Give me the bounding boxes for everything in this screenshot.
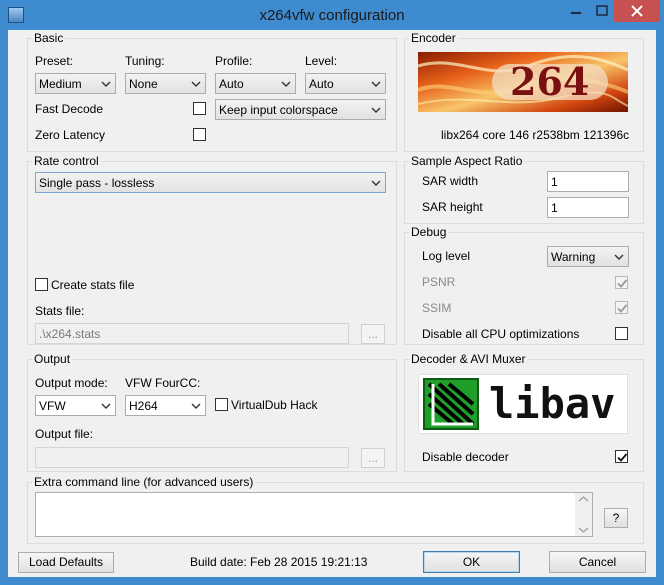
rate-control-mode-select[interactable]: Single pass - lossless: [35, 172, 386, 193]
output-mode-select[interactable]: VFW: [35, 395, 116, 416]
disable-decoder-label: Disable decoder: [422, 450, 509, 464]
profile-select[interactable]: Auto: [215, 73, 296, 94]
stats-file-input[interactable]: .\x264.stats: [35, 323, 349, 344]
colorspace-select[interactable]: Keep input colorspace: [215, 99, 386, 120]
rate-control-mode-value: Single pass - lossless: [39, 176, 155, 190]
build-date: Build date: Feb 28 2015 19:21:13: [190, 555, 368, 569]
create-stats-checkbox[interactable]: [35, 278, 48, 291]
close-icon: [631, 5, 643, 17]
sar-width-label: SAR width: [422, 174, 479, 188]
stats-file-label: Stats file:: [35, 304, 85, 318]
checkmark-icon: [617, 304, 628, 313]
preset-select[interactable]: Medium: [35, 73, 116, 94]
debug-group-label: Debug: [409, 225, 449, 239]
stats-file-browse-button[interactable]: ...: [361, 324, 385, 344]
psnr-label: PSNR: [422, 275, 456, 289]
x264-logo: 264: [418, 52, 628, 112]
output-file-browse-button[interactable]: ...: [361, 448, 385, 468]
scroll-down-icon: [578, 527, 589, 533]
disable-cpu-checkbox[interactable]: [615, 327, 628, 340]
level-value: Auto: [309, 77, 334, 91]
output-mode-label: Output mode:: [35, 376, 108, 390]
sar-group-label: Sample Aspect Ratio: [409, 154, 525, 168]
encoder-version: libx264 core 146 r2538bm 121396c: [441, 128, 630, 142]
close-button[interactable]: [614, 0, 660, 22]
ssim-checkbox[interactable]: [615, 301, 628, 314]
vfw-fourcc-select[interactable]: H264: [125, 395, 206, 416]
chevron-down-icon: [191, 403, 201, 409]
zero-latency-checkbox[interactable]: [193, 128, 206, 141]
sar-width-value: 1: [551, 175, 558, 189]
chevron-down-icon: [281, 81, 291, 87]
decoder-group-label: Decoder & AVI Muxer: [409, 352, 528, 366]
basic-group-label: Basic: [32, 31, 66, 45]
help-button[interactable]: ?: [604, 508, 628, 528]
chevron-down-icon: [371, 81, 381, 87]
log-level-value: Warning: [551, 250, 596, 264]
scroll-up-icon: [578, 496, 589, 502]
chevron-down-icon: [101, 403, 111, 409]
profile-value: Auto: [219, 77, 244, 91]
level-select[interactable]: Auto: [305, 73, 386, 94]
virtualdub-hack-checkbox[interactable]: [215, 398, 228, 411]
tuning-label: Tuning:: [125, 54, 165, 68]
x264-logo-text: 264: [510, 59, 590, 104]
output-file-input[interactable]: [35, 447, 349, 468]
vfw-fourcc-label: VFW FourCC:: [125, 376, 201, 390]
libav-logo: libav: [418, 374, 628, 434]
extra-cmdline-group-label: Extra command line (for advanced users): [32, 475, 256, 489]
tuning-select[interactable]: None: [125, 73, 206, 94]
preset-label: Preset:: [35, 54, 74, 68]
minimize-icon: [571, 12, 581, 14]
log-level-select[interactable]: Warning: [547, 246, 629, 267]
chevron-down-icon: [371, 180, 381, 186]
sar-height-input[interactable]: 1: [547, 197, 629, 218]
cancel-button[interactable]: Cancel: [549, 551, 646, 573]
stats-file-value: .\x264.stats: [39, 327, 101, 341]
fast-decode-checkbox[interactable]: [193, 102, 206, 115]
vfw-fourcc-value: H264: [129, 399, 158, 413]
chevron-down-icon: [371, 107, 381, 113]
preset-value: Medium: [39, 77, 82, 91]
sar-height-label: SAR height: [422, 200, 483, 214]
chevron-down-icon: [191, 81, 201, 87]
extra-cmdline-input[interactable]: [35, 492, 593, 537]
checkmark-icon: [617, 279, 628, 288]
output-group-label: Output: [32, 352, 73, 366]
output-mode-value: VFW: [39, 399, 66, 413]
profile-label: Profile:: [215, 54, 253, 68]
ok-button[interactable]: OK: [423, 551, 520, 573]
sar-width-input[interactable]: 1: [547, 171, 629, 192]
libav-logo-text: libav: [489, 379, 616, 428]
psnr-checkbox[interactable]: [615, 276, 628, 289]
fast-decode-label: Fast Decode: [35, 102, 104, 116]
ssim-label: SSIM: [422, 301, 452, 315]
maximize-icon: [596, 5, 608, 16]
zero-latency-label: Zero Latency: [35, 128, 106, 142]
level-label: Level:: [305, 54, 338, 68]
disable-cpu-label: Disable all CPU optimizations: [422, 327, 580, 341]
log-level-label: Log level: [422, 249, 471, 263]
chevron-down-icon: [614, 254, 624, 260]
rate-control-group-label: Rate control: [32, 154, 101, 168]
tuning-value: None: [129, 77, 158, 91]
checkmark-icon: [617, 453, 628, 462]
output-file-label: Output file:: [35, 427, 94, 441]
disable-decoder-checkbox[interactable]: [615, 450, 628, 463]
maximize-button[interactable]: [588, 0, 616, 22]
minimize-button[interactable]: [562, 0, 590, 22]
cmdline-scrollbar[interactable]: [575, 493, 592, 536]
libav-logo-mark: [423, 378, 479, 430]
title-bar[interactable]: x264vfw configuration: [0, 0, 664, 30]
virtualdub-hack-label: VirtualDub Hack: [231, 398, 318, 412]
encoder-group-label: Encoder: [409, 31, 458, 45]
colorspace-value: Keep input colorspace: [219, 103, 338, 117]
sar-height-value: 1: [551, 201, 558, 215]
load-defaults-button[interactable]: Load Defaults: [18, 552, 114, 573]
create-stats-label: Create stats file: [51, 278, 135, 292]
chevron-down-icon: [101, 81, 111, 87]
